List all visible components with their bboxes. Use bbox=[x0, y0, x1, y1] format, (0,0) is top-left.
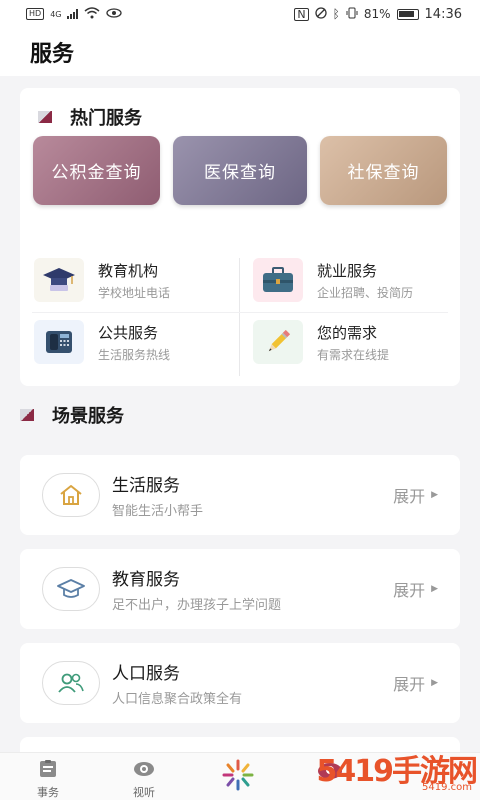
scene-title: 人口服务 bbox=[112, 664, 180, 684]
tab-affairs[interactable]: 事务 bbox=[18, 757, 78, 800]
tab-audio-visual[interactable]: 视听 bbox=[114, 757, 174, 800]
status-bar: HD 4G N ᛒ 81% 14:36 bbox=[0, 0, 480, 28]
pencil-icon bbox=[253, 320, 303, 364]
scene-title: 教育服务 bbox=[112, 570, 180, 590]
hot-services-card: 热门服务 公积金查询 医保查询 社保查询 教育机构 学校地址电话 就业服务 企业… bbox=[20, 88, 460, 386]
network-label: 4G bbox=[50, 9, 62, 19]
expand-button[interactable]: 展开 ▶ bbox=[393, 483, 438, 507]
scene-item-life[interactable]: 生活服务 智能生活小帮手 展开 ▶ bbox=[20, 455, 460, 535]
social-security-query-button[interactable]: 社保查询 bbox=[320, 136, 447, 205]
medical-insurance-query-button[interactable]: 医保查询 bbox=[173, 136, 307, 205]
housing-fund-query-button[interactable]: 公积金查询 bbox=[33, 136, 160, 205]
logo-icon bbox=[220, 757, 256, 793]
scene-subtitle: 智能生活小帮手 bbox=[112, 504, 204, 519]
expand-label: 展开 bbox=[393, 487, 426, 506]
mute-icon bbox=[315, 6, 327, 22]
scene-item-population[interactable]: 人口服务 人口信息聚合政策全有 展开 ▶ bbox=[20, 643, 460, 723]
vibrate-icon bbox=[346, 7, 358, 22]
scene-subtitle: 足不出户，办理孩子上学问题 bbox=[112, 598, 282, 613]
expand-label: 展开 bbox=[393, 675, 426, 694]
tab-label: 视听 bbox=[133, 786, 155, 799]
service-item-education[interactable]: 教育机构 学校地址电话 bbox=[34, 256, 170, 304]
service-subtitle: 生活服务热线 bbox=[98, 347, 171, 362]
section-flag-icon bbox=[38, 111, 52, 123]
service-item-employment[interactable]: 就业服务 企业招聘、投简历 bbox=[253, 256, 413, 304]
divider bbox=[32, 312, 448, 313]
watermark-url: 5419.com bbox=[422, 782, 472, 793]
clipboard-icon bbox=[35, 757, 61, 781]
eye-icon bbox=[131, 757, 157, 781]
triangle-right-icon: ▶ bbox=[431, 584, 438, 594]
section-flag-icon bbox=[20, 409, 34, 421]
tab-home-logo[interactable] bbox=[208, 757, 268, 796]
scene-title: 生活服务 bbox=[112, 476, 180, 496]
triangle-right-icon: ▶ bbox=[431, 490, 438, 500]
mortarboard-icon bbox=[42, 567, 100, 611]
wifi-icon bbox=[84, 6, 100, 22]
app-bar: 服务 bbox=[0, 28, 480, 76]
graduation-cap-icon bbox=[34, 258, 84, 302]
scene-services-header: 场景服务 bbox=[20, 402, 124, 428]
hot-services-header: 热门服务 bbox=[38, 104, 142, 130]
battery-percent: 81% bbox=[363, 7, 391, 21]
service-item-needs[interactable]: 您的需求 有需求在线提 bbox=[253, 318, 389, 366]
briefcase-icon bbox=[253, 258, 303, 302]
hd-icon: HD bbox=[26, 8, 45, 20]
scene-subtitle: 人口信息聚合政策全有 bbox=[112, 692, 243, 707]
expand-label: 展开 bbox=[393, 581, 426, 600]
service-title: 您的需求 bbox=[317, 323, 378, 342]
tab-label: 事务 bbox=[37, 786, 59, 799]
service-subtitle: 企业招聘、投简历 bbox=[317, 285, 414, 300]
divider bbox=[239, 258, 240, 376]
expand-button[interactable]: 展开 ▶ bbox=[393, 577, 438, 601]
clock: 14:36 bbox=[424, 6, 462, 22]
service-item-public[interactable]: 公共服务 生活服务热线 bbox=[34, 318, 170, 366]
service-subtitle: 学校地址电话 bbox=[98, 285, 171, 300]
service-title: 就业服务 bbox=[317, 261, 378, 280]
service-subtitle: 有需求在线提 bbox=[317, 347, 390, 362]
service-title: 公共服务 bbox=[98, 323, 159, 342]
eye-status-icon bbox=[106, 7, 123, 21]
page-title: 服务 bbox=[30, 42, 75, 67]
service-title: 教育机构 bbox=[98, 261, 159, 280]
house-icon bbox=[42, 473, 100, 517]
battery-icon bbox=[396, 8, 419, 20]
scene-item-education[interactable]: 教育服务 足不出户，办理孩子上学问题 展开 ▶ bbox=[20, 549, 460, 629]
bluetooth-icon: ᛒ bbox=[332, 7, 340, 21]
people-icon bbox=[42, 661, 100, 705]
hot-services-title: 热门服务 bbox=[70, 108, 142, 129]
scene-services-title: 场景服务 bbox=[52, 406, 124, 427]
telephone-icon bbox=[34, 320, 84, 364]
signal-icon bbox=[67, 9, 79, 19]
triangle-right-icon: ▶ bbox=[431, 678, 438, 688]
expand-button[interactable]: 展开 ▶ bbox=[393, 671, 438, 695]
nfc-icon: N bbox=[294, 7, 309, 21]
